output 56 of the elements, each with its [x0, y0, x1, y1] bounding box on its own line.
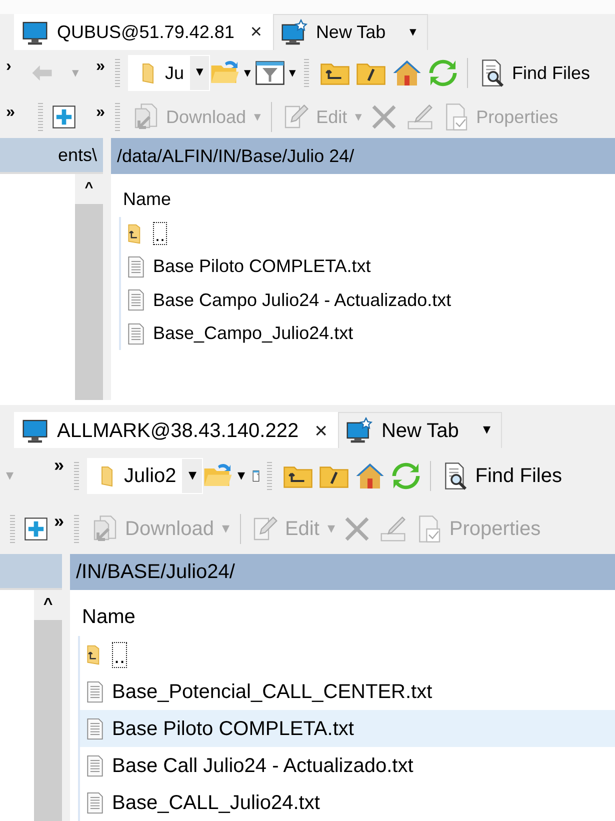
- file-row[interactable]: ..: [80, 636, 615, 673]
- caret-icon[interactable]: ▾: [237, 464, 246, 488]
- monitor-star-icon: [280, 18, 308, 46]
- caret-icon[interactable]: ▾: [410, 22, 417, 43]
- tab-title: New Tab: [381, 418, 459, 444]
- tab-title: ALLMARK@38.43.140.222: [57, 418, 299, 444]
- folder-dropdown[interactable]: Julio2 ▾: [87, 458, 204, 494]
- caret-icon[interactable]: ▾: [244, 62, 252, 84]
- file-row[interactable]: Base_Campo_Julio24.txt: [121, 316, 615, 350]
- chevron-icon[interactable]: »: [54, 508, 64, 535]
- path-bar: [0, 554, 62, 590]
- monitor-star-icon: [345, 416, 374, 444]
- find-files-button[interactable]: Find Files: [437, 461, 566, 491]
- file-row[interactable]: Base Call Julio24 - Actualizado.txt: [80, 747, 615, 784]
- chevron-icon[interactable]: »: [54, 452, 64, 479]
- refresh-icon[interactable]: [428, 58, 458, 88]
- new-tab-button[interactable]: New Tab ▾: [338, 412, 502, 448]
- session-tab[interactable]: ALLMARK@38.43.140.222 ×: [14, 412, 338, 448]
- filter-icon[interactable]: [255, 58, 286, 88]
- close-icon[interactable]: ×: [250, 18, 262, 48]
- close-icon[interactable]: ×: [314, 414, 328, 447]
- file-row[interactable]: Base Piloto COMPLETA.txt: [121, 250, 615, 284]
- download-icon: [132, 103, 160, 131]
- column-header[interactable]: Name: [78, 596, 615, 636]
- file-row[interactable]: Base Piloto COMPLETA.txt: [80, 710, 615, 747]
- scroll-up-button[interactable]: ^: [34, 590, 62, 620]
- chevron-icon[interactable]: »: [96, 54, 105, 78]
- path-text: /data/ALFIN/IN/Base/Julio 24/: [117, 144, 354, 168]
- folder-dropdown[interactable]: Ju ▾: [128, 55, 210, 91]
- path-text: /IN/BASE/Julio24/: [76, 560, 235, 585]
- add-icon[interactable]: [23, 516, 49, 542]
- caret-icon[interactable]: ▾: [289, 62, 296, 84]
- chevron-icon[interactable]: »: [96, 100, 105, 124]
- scrollbar[interactable]: ^: [75, 174, 103, 400]
- home-icon[interactable]: [355, 461, 386, 491]
- file-row[interactable]: Base_Potencial_CALL_CENTER.txt: [80, 673, 615, 710]
- file-row[interactable]: Base_CALL_Julio24.txt: [80, 784, 615, 821]
- path-text: ents\: [58, 144, 97, 166]
- chevron-icon[interactable]: »: [6, 100, 16, 124]
- new-tab-button[interactable]: New Tab ▾: [272, 14, 428, 50]
- download-icon: [91, 515, 119, 543]
- scrollbar[interactable]: ^: [34, 590, 62, 821]
- file-row[interactable]: Base Campo Julio24 - Actualizado.txt: [121, 284, 615, 317]
- caret-icon[interactable]: ▾: [482, 419, 491, 442]
- home-icon[interactable]: [392, 58, 422, 88]
- session-tab[interactable]: QUBUS@51.79.42.81 ×: [14, 14, 273, 50]
- tab-title: QUBUS@51.79.42.81: [57, 21, 234, 44]
- scroll-up-button[interactable]: ^: [75, 174, 103, 204]
- chevron-icon[interactable]: ›: [6, 54, 12, 78]
- edit-icon: [282, 103, 310, 131]
- column-header[interactable]: Name: [119, 180, 615, 217]
- find-files-button[interactable]: Find Files: [474, 59, 594, 87]
- refresh-icon[interactable]: [391, 461, 422, 491]
- tab-title: New Tab: [316, 21, 386, 44]
- add-icon[interactable]: [51, 104, 77, 130]
- file-row[interactable]: ..: [121, 217, 615, 250]
